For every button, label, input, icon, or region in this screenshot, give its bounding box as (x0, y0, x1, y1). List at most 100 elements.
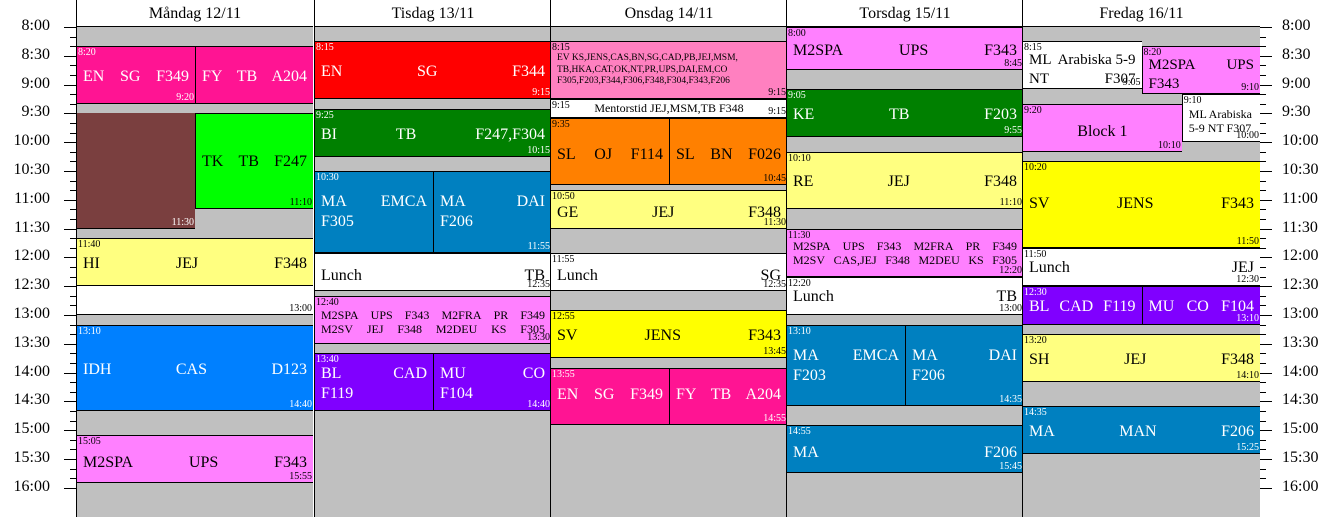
event-field: M2SPA (793, 42, 844, 59)
event-block[interactable]: 8:15 9:15 EN SG F344 (315, 41, 551, 99)
event-block[interactable]: 11:50 12:30 Lunch JEJ (1023, 247, 1260, 287)
event-text: GE JEJ F348 (557, 203, 781, 223)
time-label: 14:30 (13, 391, 50, 409)
event-end-time: 15:25 (1236, 442, 1259, 454)
event-block[interactable]: 10:30 MA EMCA F305 (315, 171, 433, 253)
event-field: F104 (440, 385, 473, 403)
event-block[interactable]: 12:40 13:30 M2SPA UPS F343 M2FRA PR F349 M2SV JEJ… (315, 295, 551, 344)
time-tick (64, 84, 76, 86)
event-text: BL CAD F119 (1029, 297, 1136, 317)
event-block[interactable]: 13:10 14:40 IDH CAS D123 (77, 324, 313, 411)
time-minor-tick (1260, 247, 1266, 249)
day-header[interactable]: Torsdag 15/11 (787, 0, 1023, 27)
event-block[interactable]: 8:15 9:05 ML Arabiska 5-9 NT F307 (1023, 41, 1142, 90)
time-tick (1260, 372, 1272, 374)
event-block[interactable]: 13:40 BL CAD F119 (315, 353, 433, 411)
event-start-time: 15:05 (78, 436, 101, 447)
event-block[interactable]: 12:55 13:45 SV JENS F343 (551, 310, 787, 359)
time-tick (1260, 401, 1272, 403)
event-block[interactable]: FY TB A204 (195, 46, 313, 104)
event-block[interactable]: 11:30 (77, 113, 195, 229)
time-tick (64, 199, 76, 201)
event-field: SG (119, 68, 141, 86)
event-block[interactable]: 14:55 15:45 MA F206 (787, 425, 1023, 474)
time-minor-tick (1260, 46, 1266, 48)
event-end-time: 9:15 (532, 86, 550, 98)
event-block[interactable]: 11:10 TK TB F247 (195, 113, 313, 210)
event-block[interactable]: 9:25 10:15 BI TB F247,F304 (315, 108, 551, 157)
event-field: TB (996, 287, 1017, 305)
event-block[interactable]: 12:20 13:00 Lunch TB (787, 276, 1023, 315)
event-block[interactable]: 8:20 9:10 M2SPA UPS F343 (1141, 46, 1260, 95)
time-tick (1260, 286, 1272, 288)
event-field: TB (236, 68, 258, 86)
event-field: TB (710, 385, 732, 403)
event-block[interactable]: 13:20 14:10 SH JEJ F348 (1023, 334, 1260, 383)
event-block[interactable]: 14:40 MU CO F104 (433, 353, 551, 411)
event-block[interactable]: 9:15 9:15 Mentorstid JEJ,MSM,TB F348 (551, 99, 787, 119)
event-block[interactable]: 9:10 10:00 ML Arabiska 5-9 NT F307 (1181, 94, 1260, 143)
event-block[interactable]: 8:00 8:45 M2SPA UPS F343 (787, 27, 1023, 71)
event-text: SV JENS F343 (1029, 194, 1254, 214)
event-block[interactable]: 11:40 HI JEJ F348 (77, 238, 313, 287)
event-field: SV (1029, 195, 1050, 213)
event-block[interactable]: 9:35 SL OJ F114 (551, 118, 669, 186)
time-tick (1260, 315, 1272, 316)
event-text: HI JEJ F348 (83, 254, 307, 274)
event-field: UPS (1226, 57, 1254, 74)
event-block[interactable]: 13:10 MU CO F104 (1141, 286, 1260, 325)
event-field: M2DEU (918, 252, 960, 267)
time-label: 12:30 (1282, 276, 1319, 294)
event-block[interactable]: 14:35 MA DAI F206 (905, 324, 1023, 407)
event-text: M2SPA UPS F343 M2FRA PR F349 M2SV CAS,JEJ F348 M2… (793, 239, 1017, 267)
time-minor-tick (70, 468, 76, 470)
event-text: EN SG F349 (83, 67, 189, 87)
event-line: SL OJ F114 (557, 145, 663, 165)
event-block[interactable]: 8:15 9:15 EV KS,JENS,CAS,BN,SG,CAD,PB,JEJ,… (551, 41, 787, 99)
event-block[interactable]: 10:20 11:50 SV JENS F343 (1023, 161, 1260, 248)
event-line: BL CAD F119 (1029, 297, 1136, 317)
event-block[interactable]: 13:55 EN SG F349 (551, 367, 669, 426)
event-block[interactable]: 13:00 (77, 286, 313, 315)
event-block[interactable]: 9:20 10:10 Block 1 (1023, 103, 1182, 152)
event-field: DAI (988, 346, 1017, 364)
event-line: MA MAN F206 (1029, 422, 1254, 442)
event-block[interactable]: 14:35 15:25 MA MAN F206 (1023, 406, 1260, 455)
day-header[interactable]: Tisdag 13/11 (315, 0, 551, 27)
event-text: M2SPA UPS F343 (83, 453, 307, 473)
event-field: F206 (440, 213, 473, 230)
event-field: F307 (1104, 71, 1136, 88)
time-minor-tick (1260, 295, 1266, 297)
event-block[interactable]: 10:10 11:10 RE JEJ F348 (787, 151, 1023, 210)
event-block[interactable]: 12:30 BL CAD F119 (1023, 286, 1142, 325)
event-line: M2SPA UPS (1149, 56, 1255, 75)
event-block[interactable]: 9:05 9:55 KE TB F203 (787, 89, 1023, 138)
event-block[interactable]: 12:35 Lunch TB (315, 252, 551, 291)
event-block[interactable]: 11:30 12:20 M2SPA UPS F343 M2FRA PR F349 M2SV CAS… (787, 228, 1023, 277)
event-block[interactable]: 13:10 MA EMCA F203 (787, 324, 905, 407)
time-minor-tick (70, 247, 76, 249)
time-minor-tick (70, 190, 76, 192)
day-header[interactable]: Fredag 16/11 (1023, 0, 1260, 27)
event-block[interactable]: 11:55 MA DAI F206 (433, 171, 551, 253)
event-field: Lunch (321, 266, 362, 284)
event-field: M2SPA (793, 238, 831, 253)
day-header[interactable]: Onsdag 14/11 (551, 0, 787, 27)
day-header[interactable]: Måndag 12/11 (77, 0, 313, 27)
time-minor-tick (70, 123, 76, 124)
event-field: F348 (1221, 351, 1254, 369)
time-label: 15:30 (1282, 449, 1319, 466)
event-field: MA (321, 193, 347, 210)
event-block[interactable]: 11:55 12:35 Lunch SG (551, 252, 787, 291)
event-block[interactable]: 14:55 FY TB A204 (669, 367, 787, 426)
event-block[interactable]: 15:05 15:55 M2SPA UPS F343 (77, 435, 313, 483)
time-minor-tick (70, 439, 76, 441)
event-block[interactable]: 10:50 11:30 GE JEJ F348 (551, 190, 787, 229)
event-field: F343 (274, 454, 307, 471)
time-label: 14:30 (1282, 391, 1319, 409)
event-field: F343 (876, 238, 902, 253)
event-end-time: 14:35 (999, 394, 1022, 406)
event-line: Lunch JEJ (1029, 258, 1254, 278)
event-block[interactable]: 8:20 9:20 EN SG F349 (77, 46, 195, 104)
event-block[interactable]: 10:45 SL BN F026 (669, 118, 787, 186)
